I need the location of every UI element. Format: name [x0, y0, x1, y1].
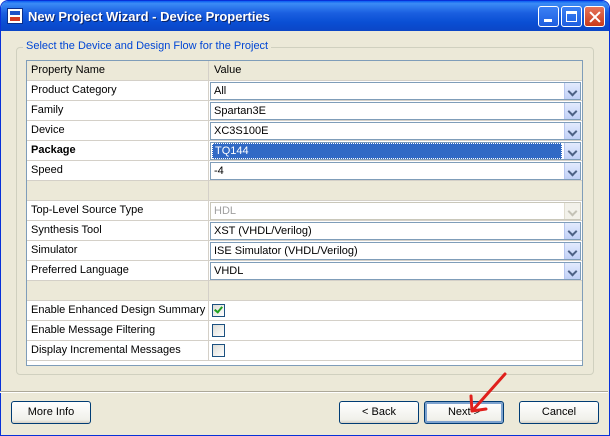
grid-spacer-row	[27, 181, 582, 201]
dropdown-value: Spartan3E	[214, 105, 266, 117]
row-display-incremental-messages: Display Incremental Messages	[27, 341, 582, 361]
dropdown-value: HDL	[214, 205, 237, 217]
chevron-down-icon	[564, 203, 580, 219]
message-filtering-checkbox[interactable]	[212, 324, 225, 337]
property-label: Enable Enhanced Design Summary	[27, 301, 209, 320]
dropdown-value: ISE Simulator (VHDL/Verilog)	[214, 245, 358, 257]
chevron-down-icon[interactable]	[564, 83, 580, 99]
property-label: Synthesis Tool	[27, 221, 209, 240]
row-device: Device XC3S100E	[27, 121, 582, 141]
ise-app-icon	[7, 8, 23, 24]
device-dropdown[interactable]: XC3S100E	[210, 122, 581, 140]
chevron-down-icon[interactable]	[564, 103, 580, 119]
dropdown-value: XST (VHDL/Verilog)	[214, 225, 312, 237]
property-label: Top-Level Source Type	[27, 201, 209, 220]
chevron-down-icon[interactable]	[564, 143, 580, 159]
check-icon	[214, 304, 223, 314]
enhanced-design-summary-checkbox[interactable]	[212, 304, 225, 317]
chevron-down-icon[interactable]	[564, 163, 580, 179]
incremental-messages-checkbox[interactable]	[212, 344, 225, 357]
minimize-button[interactable]	[538, 6, 559, 27]
synthesis-tool-dropdown[interactable]: XST (VHDL/Verilog)	[210, 222, 581, 240]
header-value: Value	[214, 64, 242, 76]
dropdown-value: TQ144	[212, 143, 562, 159]
property-label: Package	[27, 141, 209, 160]
property-label: Display Incremental Messages	[27, 341, 209, 360]
next-button[interactable]: Next >	[424, 401, 504, 424]
property-label: Family	[27, 101, 209, 120]
back-button[interactable]: < Back	[339, 401, 419, 424]
row-enable-enhanced-design-summary: Enable Enhanced Design Summary	[27, 301, 582, 321]
property-grid: Property Name Value Product Category All…	[26, 60, 583, 366]
dropdown-value: -4	[214, 165, 224, 177]
dropdown-value: XC3S100E	[214, 125, 269, 137]
dropdown-value: All	[214, 85, 227, 97]
property-label: Simulator	[27, 241, 209, 260]
family-dropdown[interactable]: Spartan3E	[210, 102, 581, 120]
dropdown-value: VHDL	[214, 265, 244, 277]
header-property-name: Property Name	[27, 61, 209, 80]
chevron-down-icon[interactable]	[564, 243, 580, 259]
product-category-dropdown[interactable]: All	[210, 82, 581, 100]
close-button[interactable]	[584, 6, 605, 27]
maximize-button[interactable]	[561, 6, 582, 27]
chevron-down-icon[interactable]	[564, 223, 580, 239]
property-label: Preferred Language	[27, 261, 209, 280]
property-label: Enable Message Filtering	[27, 321, 209, 340]
property-label: Device	[27, 121, 209, 140]
property-label: Speed	[27, 161, 209, 180]
row-top-level-source-type: Top-Level Source Type HDL	[27, 201, 582, 221]
row-enable-message-filtering: Enable Message Filtering	[27, 321, 582, 341]
speed-dropdown[interactable]: -4	[210, 162, 581, 180]
row-family: Family Spartan3E	[27, 101, 582, 121]
property-label: Product Category	[27, 81, 209, 100]
row-simulator: Simulator ISE Simulator (VHDL/Verilog)	[27, 241, 582, 261]
row-synthesis-tool: Synthesis Tool XST (VHDL/Verilog)	[27, 221, 582, 241]
simulator-dropdown[interactable]: ISE Simulator (VHDL/Verilog)	[210, 242, 581, 260]
cancel-button[interactable]: Cancel	[519, 401, 599, 424]
chevron-down-icon[interactable]	[564, 263, 580, 279]
row-speed: Speed -4	[27, 161, 582, 181]
grid-header: Property Name Value	[27, 61, 582, 81]
title-bar[interactable]: New Project Wizard - Device Properties	[1, 1, 609, 31]
spacer-cell	[27, 281, 209, 300]
spacer-cell	[27, 181, 209, 200]
button-separator	[0, 391, 608, 393]
top-level-source-type-dropdown: HDL	[210, 202, 581, 220]
more-info-button[interactable]: More Info	[11, 401, 91, 424]
row-preferred-language: Preferred Language VHDL	[27, 261, 582, 281]
group-label: Select the Device and Design Flow for th…	[23, 40, 272, 52]
row-package: Package TQ144	[27, 141, 582, 161]
chevron-down-icon[interactable]	[564, 123, 580, 139]
package-dropdown[interactable]: TQ144	[210, 142, 581, 160]
row-product-category: Product Category All	[27, 81, 582, 101]
grid-spacer-row	[27, 281, 582, 301]
window-title: New Project Wizard - Device Properties	[28, 9, 270, 24]
preferred-language-dropdown[interactable]: VHDL	[210, 262, 581, 280]
